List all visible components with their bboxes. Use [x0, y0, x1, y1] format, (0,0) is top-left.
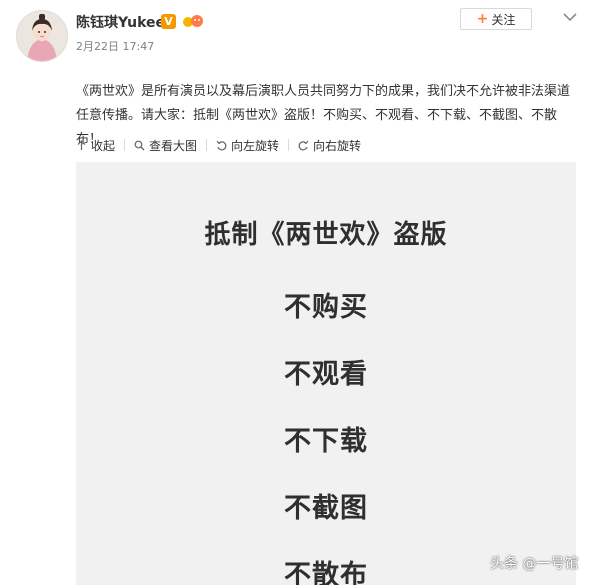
collapse-button[interactable]: 收起 — [76, 137, 115, 154]
chevron-down-icon[interactable] — [562, 8, 578, 22]
image-toolbar: 收起 查看大图 向左旋转 向右旋转 — [76, 137, 361, 153]
weibo-post-card: 陈钰琪Yukee V 2月22日 17:47 + 关注 《两世欢》是所有演员以及… — [0, 0, 598, 585]
post-timestamp[interactable]: 2月22日 17:47 — [76, 38, 154, 54]
username[interactable]: 陈钰琪Yukee — [76, 12, 165, 32]
arrow-up-icon — [77, 139, 86, 150]
watermark: 头条 @一号馆 — [490, 556, 579, 572]
member-level-icon — [182, 13, 204, 29]
follow-button[interactable]: + 关注 — [460, 8, 532, 30]
rotate-right-button[interactable]: 向右旋转 — [298, 137, 361, 154]
verified-badge: V — [161, 14, 176, 29]
avatar[interactable] — [16, 10, 68, 62]
rotate-left-icon — [216, 140, 227, 150]
image-line: 不观看 — [284, 359, 368, 390]
image-line: 不购买 — [284, 292, 368, 323]
rotate-right-icon — [298, 140, 309, 150]
view-large-button[interactable]: 查看大图 — [134, 137, 197, 154]
image-line: 不下载 — [284, 426, 368, 457]
image-title: 抵制《两世欢》盗版 — [204, 220, 448, 250]
post-image[interactable]: 抵制《两世欢》盗版 不购买 不观看 不下载 不截图 不散布 — [76, 162, 576, 585]
magnifier-icon — [134, 140, 145, 150]
follow-label: 关注 — [491, 12, 516, 27]
plus-icon: + — [476, 11, 489, 27]
toolbar-divider — [124, 139, 126, 151]
toolbar-divider — [288, 139, 290, 151]
collapse-label: 收起 — [91, 138, 116, 153]
view-large-label: 查看大图 — [149, 138, 198, 153]
image-line: 不截图 — [284, 493, 368, 524]
rotate-left-button[interactable]: 向左旋转 — [216, 137, 279, 154]
toolbar-divider — [206, 139, 208, 151]
rotate-right-label: 向右旋转 — [313, 138, 362, 153]
rotate-left-label: 向左旋转 — [231, 138, 280, 153]
